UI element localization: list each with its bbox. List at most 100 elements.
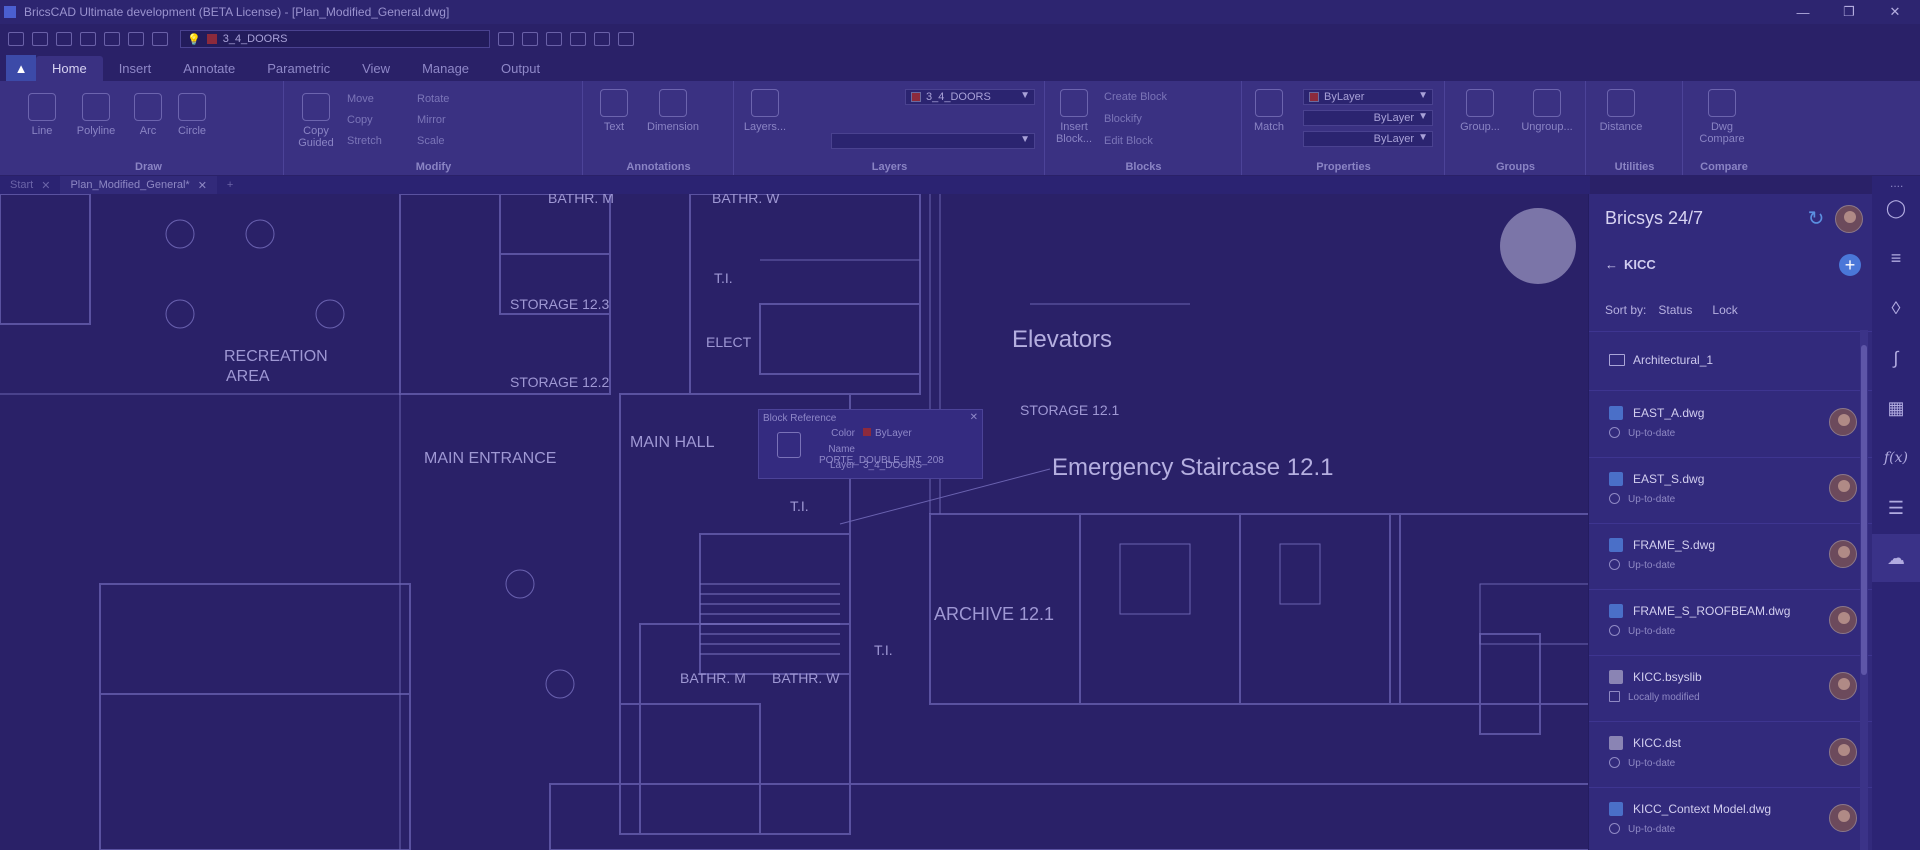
layer-secondary-dropdown[interactable]: ▼ [831,133,1035,149]
tab-annotate[interactable]: Annotate [167,56,251,81]
tab-output[interactable]: Output [485,56,556,81]
new-tab-button[interactable]: + [217,176,243,194]
restore-icon[interactable]: ❐ [1826,0,1872,24]
sort-lock-button[interactable]: Lock [1712,303,1737,317]
check-circle-icon [1609,493,1620,504]
close-icon[interactable]: ✕ [1872,0,1918,24]
distance-tool[interactable]: Distance [1593,89,1649,133]
file-item[interactable]: EAST_S.dwg Up-to-date [1589,458,1873,524]
cloud-upload-icon[interactable]: ☁ [1872,534,1920,582]
user-avatar[interactable] [1835,205,1863,233]
attachment-icon[interactable]: ∫ [1884,346,1908,370]
circle-tool[interactable]: Circle [170,93,214,137]
close-tab-icon[interactable]: ✕ [198,179,207,192]
room-label: AREA [226,368,270,385]
polyline-icon [82,93,110,121]
tab-home[interactable]: Home [36,56,103,81]
save-icon[interactable] [56,32,72,46]
tab-manage[interactable]: Manage [406,56,485,81]
minimize-icon[interactable]: — [1780,0,1826,24]
line-tool[interactable]: Line [20,93,64,137]
lightbulb-icon[interactable]: ◯ [1884,196,1908,220]
back-arrow-icon[interactable]: ← [1605,257,1618,272]
stretch-tool[interactable]: Stretch [347,135,382,147]
create-block-tool[interactable]: Create Block [1104,91,1167,103]
copy-guided-tool[interactable]: Copy Guided [291,93,341,149]
layer-dropdown[interactable]: 3_4_DOORS ▼ [905,89,1035,105]
file-item[interactable]: KICC.bsyslib Locally modified [1589,656,1873,722]
file-status: Locally modified [1609,691,1700,703]
file-item[interactable]: EAST_A.dwg Up-to-date [1589,392,1873,458]
file-item[interactable]: FRAME_S.dwg Up-to-date [1589,524,1873,590]
panel-scrollbar-thumb[interactable] [1861,345,1867,675]
add-button[interactable]: + [1839,254,1861,276]
dimension-tool[interactable]: Dimension [638,89,708,133]
dwg-compare-tool[interactable]: Dwg Compare [1692,89,1752,145]
polyline-tool[interactable]: Polyline [66,93,126,137]
quick-layer-select[interactable]: 💡 3_4_DOORS [180,30,490,48]
blockify-tool[interactable]: Blockify [1104,113,1142,125]
copy-tool[interactable]: Copy [347,114,373,126]
room-label: MAIN ENTRANCE [424,450,557,467]
folder-icon [1609,354,1625,366]
tab-view[interactable]: View [346,56,406,81]
undo-icon[interactable] [128,32,144,46]
help-icon[interactable] [618,32,634,46]
ungroup-tool[interactable]: Ungroup... [1512,89,1582,133]
color-dropdown[interactable]: ByLayer ▼ [1303,89,1433,105]
doc-tab-start[interactable]: Start ✕ [0,176,60,194]
lineweight-dropdown[interactable]: ByLayer ▼ [1303,131,1433,147]
file-item[interactable]: FRAME_S_ROOFBEAM.dwg Up-to-date [1589,590,1873,656]
properties-group: Match ByLayer ▼ ByLayer ▼ ByLayer ▼ Propert… [1243,81,1445,175]
more-icon[interactable]: .... [1890,176,1903,190]
select-icon[interactable] [522,32,538,46]
dwg-file-icon [1609,538,1623,552]
room-label: RECREATION [224,348,328,365]
match-icon [1255,89,1283,117]
close-tab-icon[interactable]: ✕ [41,179,50,192]
arc-tool[interactable]: Arc [128,93,168,137]
close-icon[interactable]: ✕ [970,412,978,423]
back-navigation[interactable]: ← KICC [1605,257,1656,272]
hatch-icon[interactable]: ▦ [1884,396,1908,420]
save-as-icon[interactable] [80,32,96,46]
mirror-tool[interactable]: Mirror [417,114,446,126]
move-tool[interactable]: Move [347,93,374,105]
sort-status-button[interactable]: Status [1658,303,1692,317]
rotate-tool[interactable]: Rotate [417,93,449,105]
layers-button[interactable]: Layers... [743,89,787,133]
linetype-dropdown[interactable]: ByLayer ▼ [1303,110,1433,126]
sliders-icon[interactable]: ≡ [1884,246,1908,270]
match-tool[interactable]: Match [1249,89,1289,133]
insert-block-tool[interactable]: Insert Block... [1052,89,1096,145]
layers-icon[interactable]: ◊ [1884,296,1908,320]
drawing-canvas[interactable]: BATHR. M BATHR. W T.I. STORAGE 12.3 STOR… [0,194,1588,850]
tab-parametric[interactable]: Parametric [251,56,346,81]
settings-icon[interactable] [570,32,586,46]
file-status: Up-to-date [1609,559,1675,571]
scale-tool[interactable]: Scale [417,135,445,147]
refresh-icon[interactable]: ↻ [1805,208,1827,230]
folder-item[interactable]: Architectural_1 [1589,331,1873,391]
properties-icon[interactable] [594,32,610,46]
blocks-group: Insert Block... Create Block Blockify Edi… [1046,81,1242,175]
quick-select-icon[interactable] [546,32,562,46]
structure-icon[interactable]: ☰ [1884,496,1908,520]
function-icon[interactable]: f(x) [1884,446,1908,470]
match-properties-icon[interactable] [498,32,514,46]
open-file-icon[interactable] [32,32,48,46]
new-file-icon[interactable] [8,32,24,46]
text-tool[interactable]: Text [594,89,634,133]
print-icon[interactable] [104,32,120,46]
group-tool[interactable]: Group... [1450,89,1510,133]
file-item[interactable]: KICC_Context Model.dwg Up-to-date [1589,788,1873,850]
redo-icon[interactable] [152,32,168,46]
file-item[interactable]: KICC.dst Up-to-date [1589,722,1873,788]
view-cube[interactable] [1500,208,1576,284]
check-circle-icon [1609,823,1620,834]
edit-block-tool[interactable]: Edit Block [1104,135,1153,147]
file-status: Up-to-date [1609,427,1675,439]
application-menu-button[interactable]: ▲ [6,55,36,81]
doc-tab-plan[interactable]: Plan_Modified_General* ✕ [60,176,217,194]
tab-insert[interactable]: Insert [103,56,168,81]
